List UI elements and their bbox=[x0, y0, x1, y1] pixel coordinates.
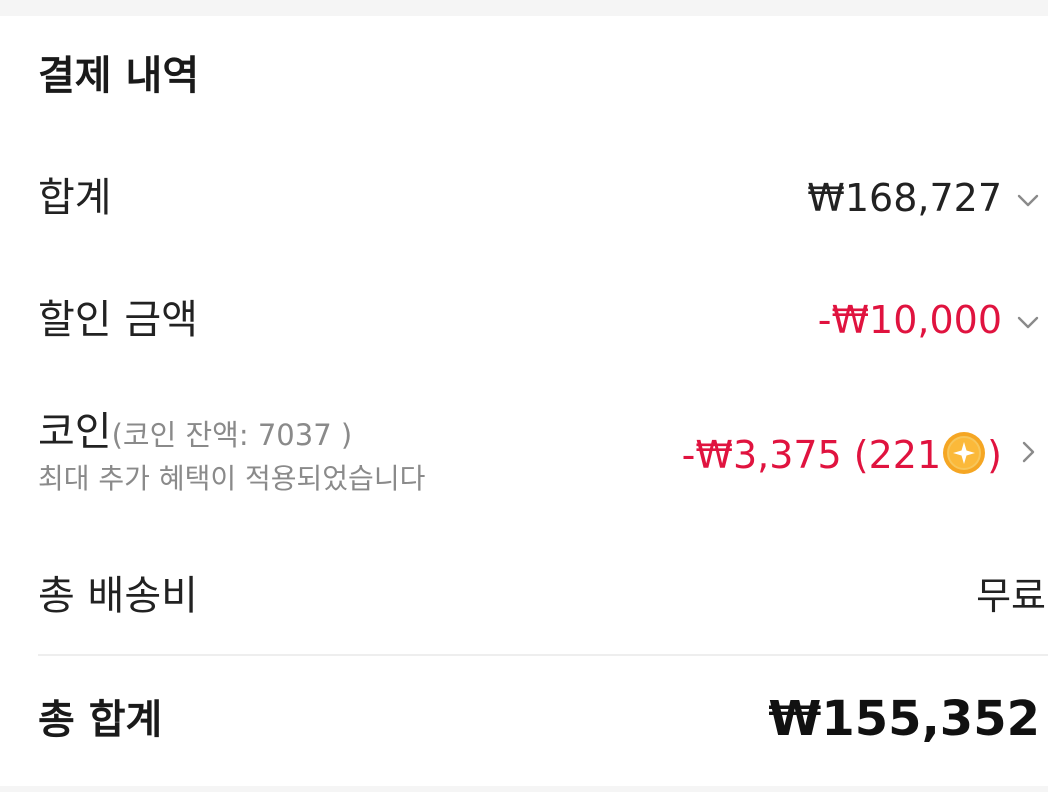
total-value: ₩155,352 bbox=[768, 691, 1040, 747]
coin-value-group: -₩3,375 (221 ) bbox=[682, 430, 1002, 479]
chevron-down-icon[interactable] bbox=[1014, 186, 1042, 214]
discount-value: -₩10,000 bbox=[817, 298, 1002, 342]
coin-benefit-note: 최대 추가 혜택이 적용되었습니다 bbox=[38, 462, 426, 495]
shipping-label: 총 배송비 bbox=[38, 573, 198, 619]
shipping-row: 총 배송비 무료 bbox=[38, 564, 1048, 634]
coin-label-group: 코인(코인 잔액: 7037 ) bbox=[38, 408, 352, 456]
section-title: 결제 내역 bbox=[38, 53, 200, 99]
coin-balance: (코인 잔액: 7037 ) bbox=[111, 418, 353, 452]
payment-summary-card: 결제 내역 합계 ₩168,727 할인 금액 -₩10,000 코인(코인 잔… bbox=[0, 16, 1048, 786]
discount-row[interactable]: 할인 금액 -₩10,000 bbox=[38, 288, 1048, 358]
coin-icon bbox=[943, 432, 986, 474]
subtotal-label: 합계 bbox=[38, 175, 112, 221]
chevron-down-icon[interactable] bbox=[1014, 308, 1042, 336]
coin-row[interactable]: 코인(코인 잔액: 7037 ) 최대 추가 혜택이 적용되었습니다 -₩3,3… bbox=[38, 406, 1048, 506]
coin-value: -₩3,375 (221 bbox=[681, 433, 942, 477]
divider bbox=[38, 654, 1048, 656]
chevron-right-icon[interactable] bbox=[1014, 438, 1042, 466]
discount-label: 할인 금액 bbox=[38, 297, 198, 343]
subtotal-row[interactable]: 합계 ₩168,727 bbox=[38, 166, 1048, 236]
shipping-value: 무료 bbox=[976, 574, 1046, 618]
subtotal-value: ₩168,727 bbox=[807, 176, 1002, 220]
coin-label: 코인 bbox=[38, 409, 112, 455]
total-label: 총 합계 bbox=[38, 697, 163, 743]
coin-value-close: ) bbox=[987, 433, 1002, 477]
